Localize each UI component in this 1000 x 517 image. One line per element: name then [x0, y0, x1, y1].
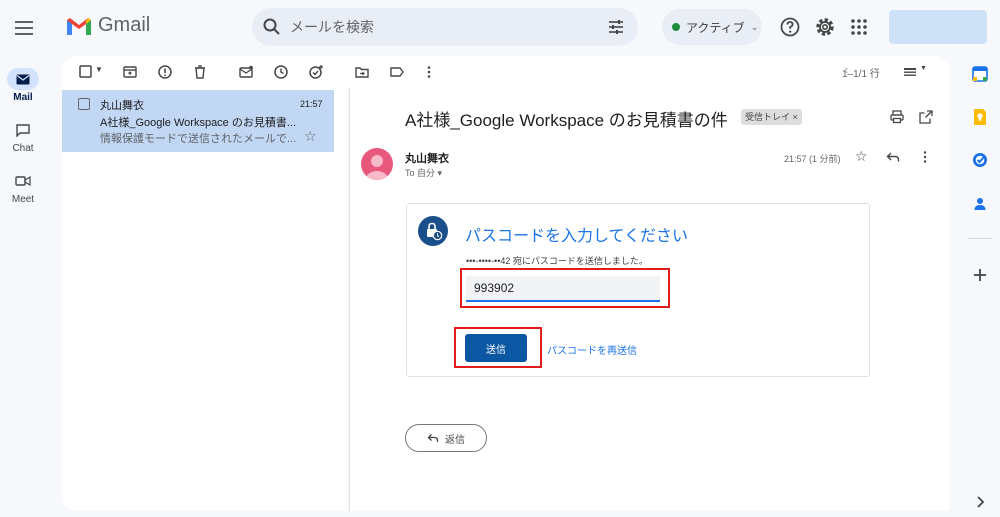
split-pane-dropdown-icon[interactable]: ▼ — [920, 65, 927, 72]
search-bar[interactable] — [252, 8, 638, 46]
rail-label: Mail — [13, 92, 33, 103]
delete-icon[interactable] — [192, 64, 208, 80]
rail-item-chat[interactable]: Chat — [0, 119, 46, 154]
reply-label: 返信 — [445, 434, 465, 446]
mail-icon — [16, 74, 30, 84]
app-name: Gmail — [98, 14, 151, 36]
reply-button[interactable]: 返信 — [405, 424, 487, 452]
mail-subject: A社様_Google Workspace のお見積書... — [100, 117, 296, 129]
status-selector[interactable]: アクティブ ⌄ — [662, 9, 762, 45]
archive-icon[interactable] — [122, 64, 138, 80]
rail-label: Meet — [11, 194, 35, 205]
keep-notes-icon[interactable] — [970, 107, 990, 127]
add-task-icon[interactable] — [308, 64, 324, 80]
chat-icon — [16, 123, 30, 137]
tasks-icon[interactable] — [970, 150, 990, 170]
rail-item-meet[interactable]: Meet — [0, 170, 46, 205]
star-icon[interactable]: ☆ — [304, 128, 317, 145]
more-vertical-icon[interactable] — [918, 150, 932, 164]
split-pane-icon[interactable] — [902, 64, 918, 80]
passcode-title: パスコードを入力してください — [465, 228, 689, 245]
video-camera-icon — [15, 175, 31, 187]
chevron-left-icon[interactable]: ‹ — [844, 62, 848, 77]
contacts-icon[interactable] — [970, 194, 990, 214]
side-panel-divider — [968, 238, 992, 239]
status-dot-icon — [672, 23, 680, 31]
message-recipient[interactable]: To 自分 ▾ — [405, 166, 442, 179]
mail-sender: 丸山舞衣 — [100, 100, 144, 112]
passcode-input-highlight — [460, 268, 670, 308]
mail-time: 21:57 — [300, 99, 323, 109]
person-avatar-icon — [366, 155, 388, 180]
message-subject: A社様_Google Workspace のお見積書の件 — [405, 111, 728, 130]
gmail-m-icon — [67, 17, 91, 35]
report-spam-icon[interactable] — [157, 64, 173, 80]
more-vertical-icon[interactable] — [421, 64, 437, 80]
snooze-clock-icon[interactable] — [273, 64, 289, 80]
main-menu-icon[interactable] — [12, 16, 36, 40]
reply-icon[interactable] — [886, 150, 900, 164]
apps-grid-icon[interactable] — [848, 16, 870, 38]
settings-gear-icon[interactable] — [814, 16, 836, 38]
inbox-label-chip[interactable]: 受信トレイ × — [741, 109, 802, 125]
search-options-icon[interactable] — [606, 17, 626, 37]
lock-clock-icon — [418, 216, 448, 246]
expand-panel-chevron-icon[interactable] — [970, 492, 990, 512]
gmail-logo[interactable]: Gmail — [66, 14, 150, 37]
status-label: アクティブ — [686, 20, 745, 35]
message-sender: 丸山舞衣 — [405, 153, 449, 165]
row-checkbox[interactable] — [78, 98, 90, 110]
select-checkbox-icon[interactable] — [78, 64, 94, 80]
mark-unread-icon[interactable] — [238, 64, 254, 80]
mail-snippet: 情報保護モードで送信されたメールで... — [100, 133, 296, 145]
account-area[interactable] — [889, 10, 987, 44]
chevron-right-icon[interactable]: › — [874, 62, 878, 77]
search-input[interactable] — [290, 17, 590, 37]
calendar-icon[interactable] — [970, 64, 990, 84]
avatar — [361, 148, 393, 180]
reply-icon — [427, 434, 439, 442]
toolbar: ▼ 1–1/1 行 ‹ › ▼ — [62, 56, 950, 88]
message-time: 21:57 (1 分前) — [784, 154, 841, 164]
search-icon[interactable] — [262, 17, 282, 37]
print-icon[interactable] — [889, 109, 905, 125]
star-icon[interactable]: ☆ — [855, 148, 868, 165]
move-to-folder-icon[interactable] — [354, 64, 370, 80]
submit-button-highlight — [454, 327, 542, 368]
passcode-description: •••-••••-••42 宛にパスコードを送信しました。 — [466, 256, 648, 266]
add-addon-icon[interactable] — [970, 265, 990, 285]
chevron-down-icon: ⌄ — [750, 21, 759, 32]
select-dropdown-icon[interactable]: ▼ — [95, 65, 103, 74]
rail-item-mail[interactable]: Mail — [0, 68, 46, 103]
open-new-window-icon[interactable] — [918, 109, 934, 125]
rail-label: Chat — [12, 143, 34, 154]
list-item[interactable]: 丸山舞衣 21:57 A社様_Google Workspace のお見積書...… — [62, 90, 334, 152]
help-icon[interactable] — [779, 16, 801, 38]
top-bar: Gmail アクティブ ⌄ — [0, 0, 1000, 56]
resend-passcode-link[interactable]: パスコードを再送信 — [547, 342, 637, 357]
label-tag-icon[interactable] — [389, 64, 405, 80]
